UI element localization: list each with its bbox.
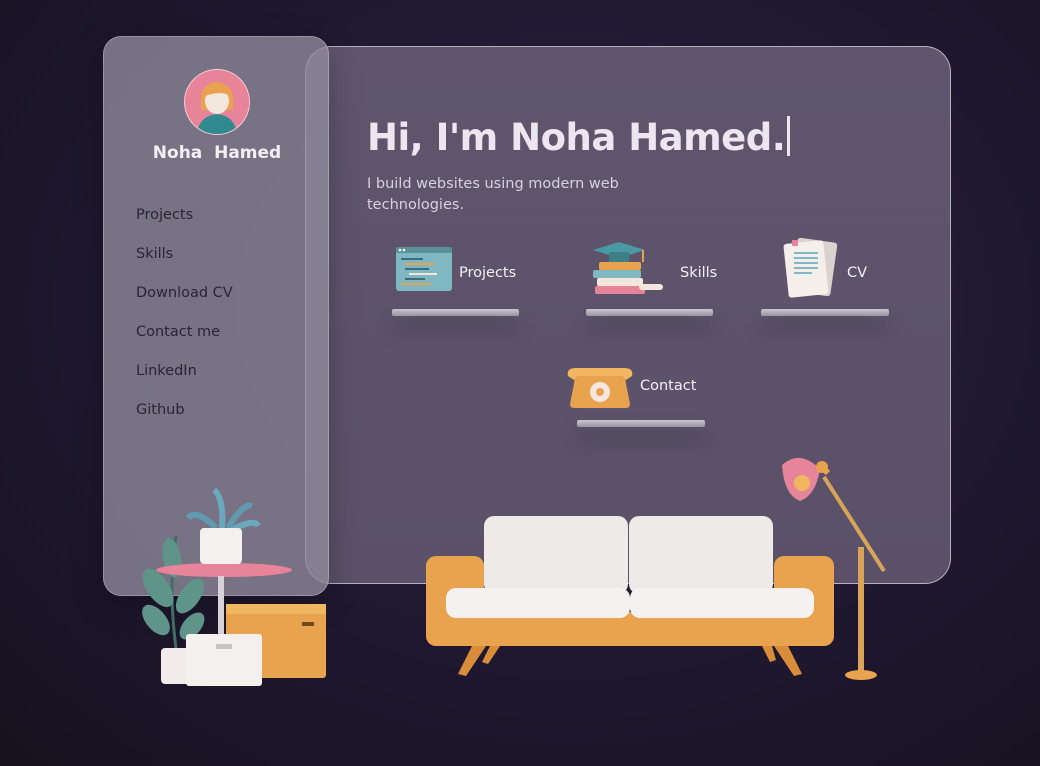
typing-cursor xyxy=(787,116,791,156)
shelf-contact[interactable]: Contact xyxy=(562,360,707,440)
shelf-label-skills: Skills xyxy=(680,265,718,281)
shelf-board xyxy=(761,309,889,316)
shelf-label-projects: Projects xyxy=(459,265,517,281)
hero-title-text: Hi, I'm Noha Hamed. xyxy=(367,116,786,159)
shelf-board xyxy=(586,309,713,316)
shelf-board xyxy=(392,309,519,316)
shelf-label-contact: Contact xyxy=(640,378,697,394)
nav-item-contact[interactable]: Contact me xyxy=(136,324,233,363)
hero-title: Hi, I'm Noha Hamed. xyxy=(367,116,791,159)
shelf-label-cv: CV xyxy=(847,265,868,281)
nav-item-projects[interactable]: Projects xyxy=(136,207,233,246)
profile-name: Noha Hamed xyxy=(152,143,282,163)
avatar-illustration-icon xyxy=(185,70,249,134)
nav-item-download-cv[interactable]: Download CV xyxy=(136,285,233,324)
nav-item-linkedin[interactable]: LinkedIn xyxy=(136,363,233,402)
sidebar-nav: Projects Skills Download CV Contact me L… xyxy=(136,207,233,441)
code-window-icon xyxy=(396,247,452,291)
document-pages-icon xyxy=(783,237,838,298)
hero-subtitle: I build websites using modern web techno… xyxy=(367,176,619,213)
avatar xyxy=(184,69,250,135)
nav-item-github[interactable]: Github xyxy=(136,402,233,441)
shelf-board xyxy=(577,420,705,427)
shelf-skills[interactable]: Skills xyxy=(585,240,717,320)
nav-item-skills[interactable]: Skills xyxy=(136,246,233,285)
telephone-icon xyxy=(567,368,633,408)
sidebar: Noha Hamed Projects Skills Download CV C… xyxy=(103,36,329,596)
shelf-cv[interactable]: CV xyxy=(760,236,892,316)
shelf-projects[interactable]: Projects xyxy=(390,240,522,320)
graduation-books-icon xyxy=(593,242,663,294)
